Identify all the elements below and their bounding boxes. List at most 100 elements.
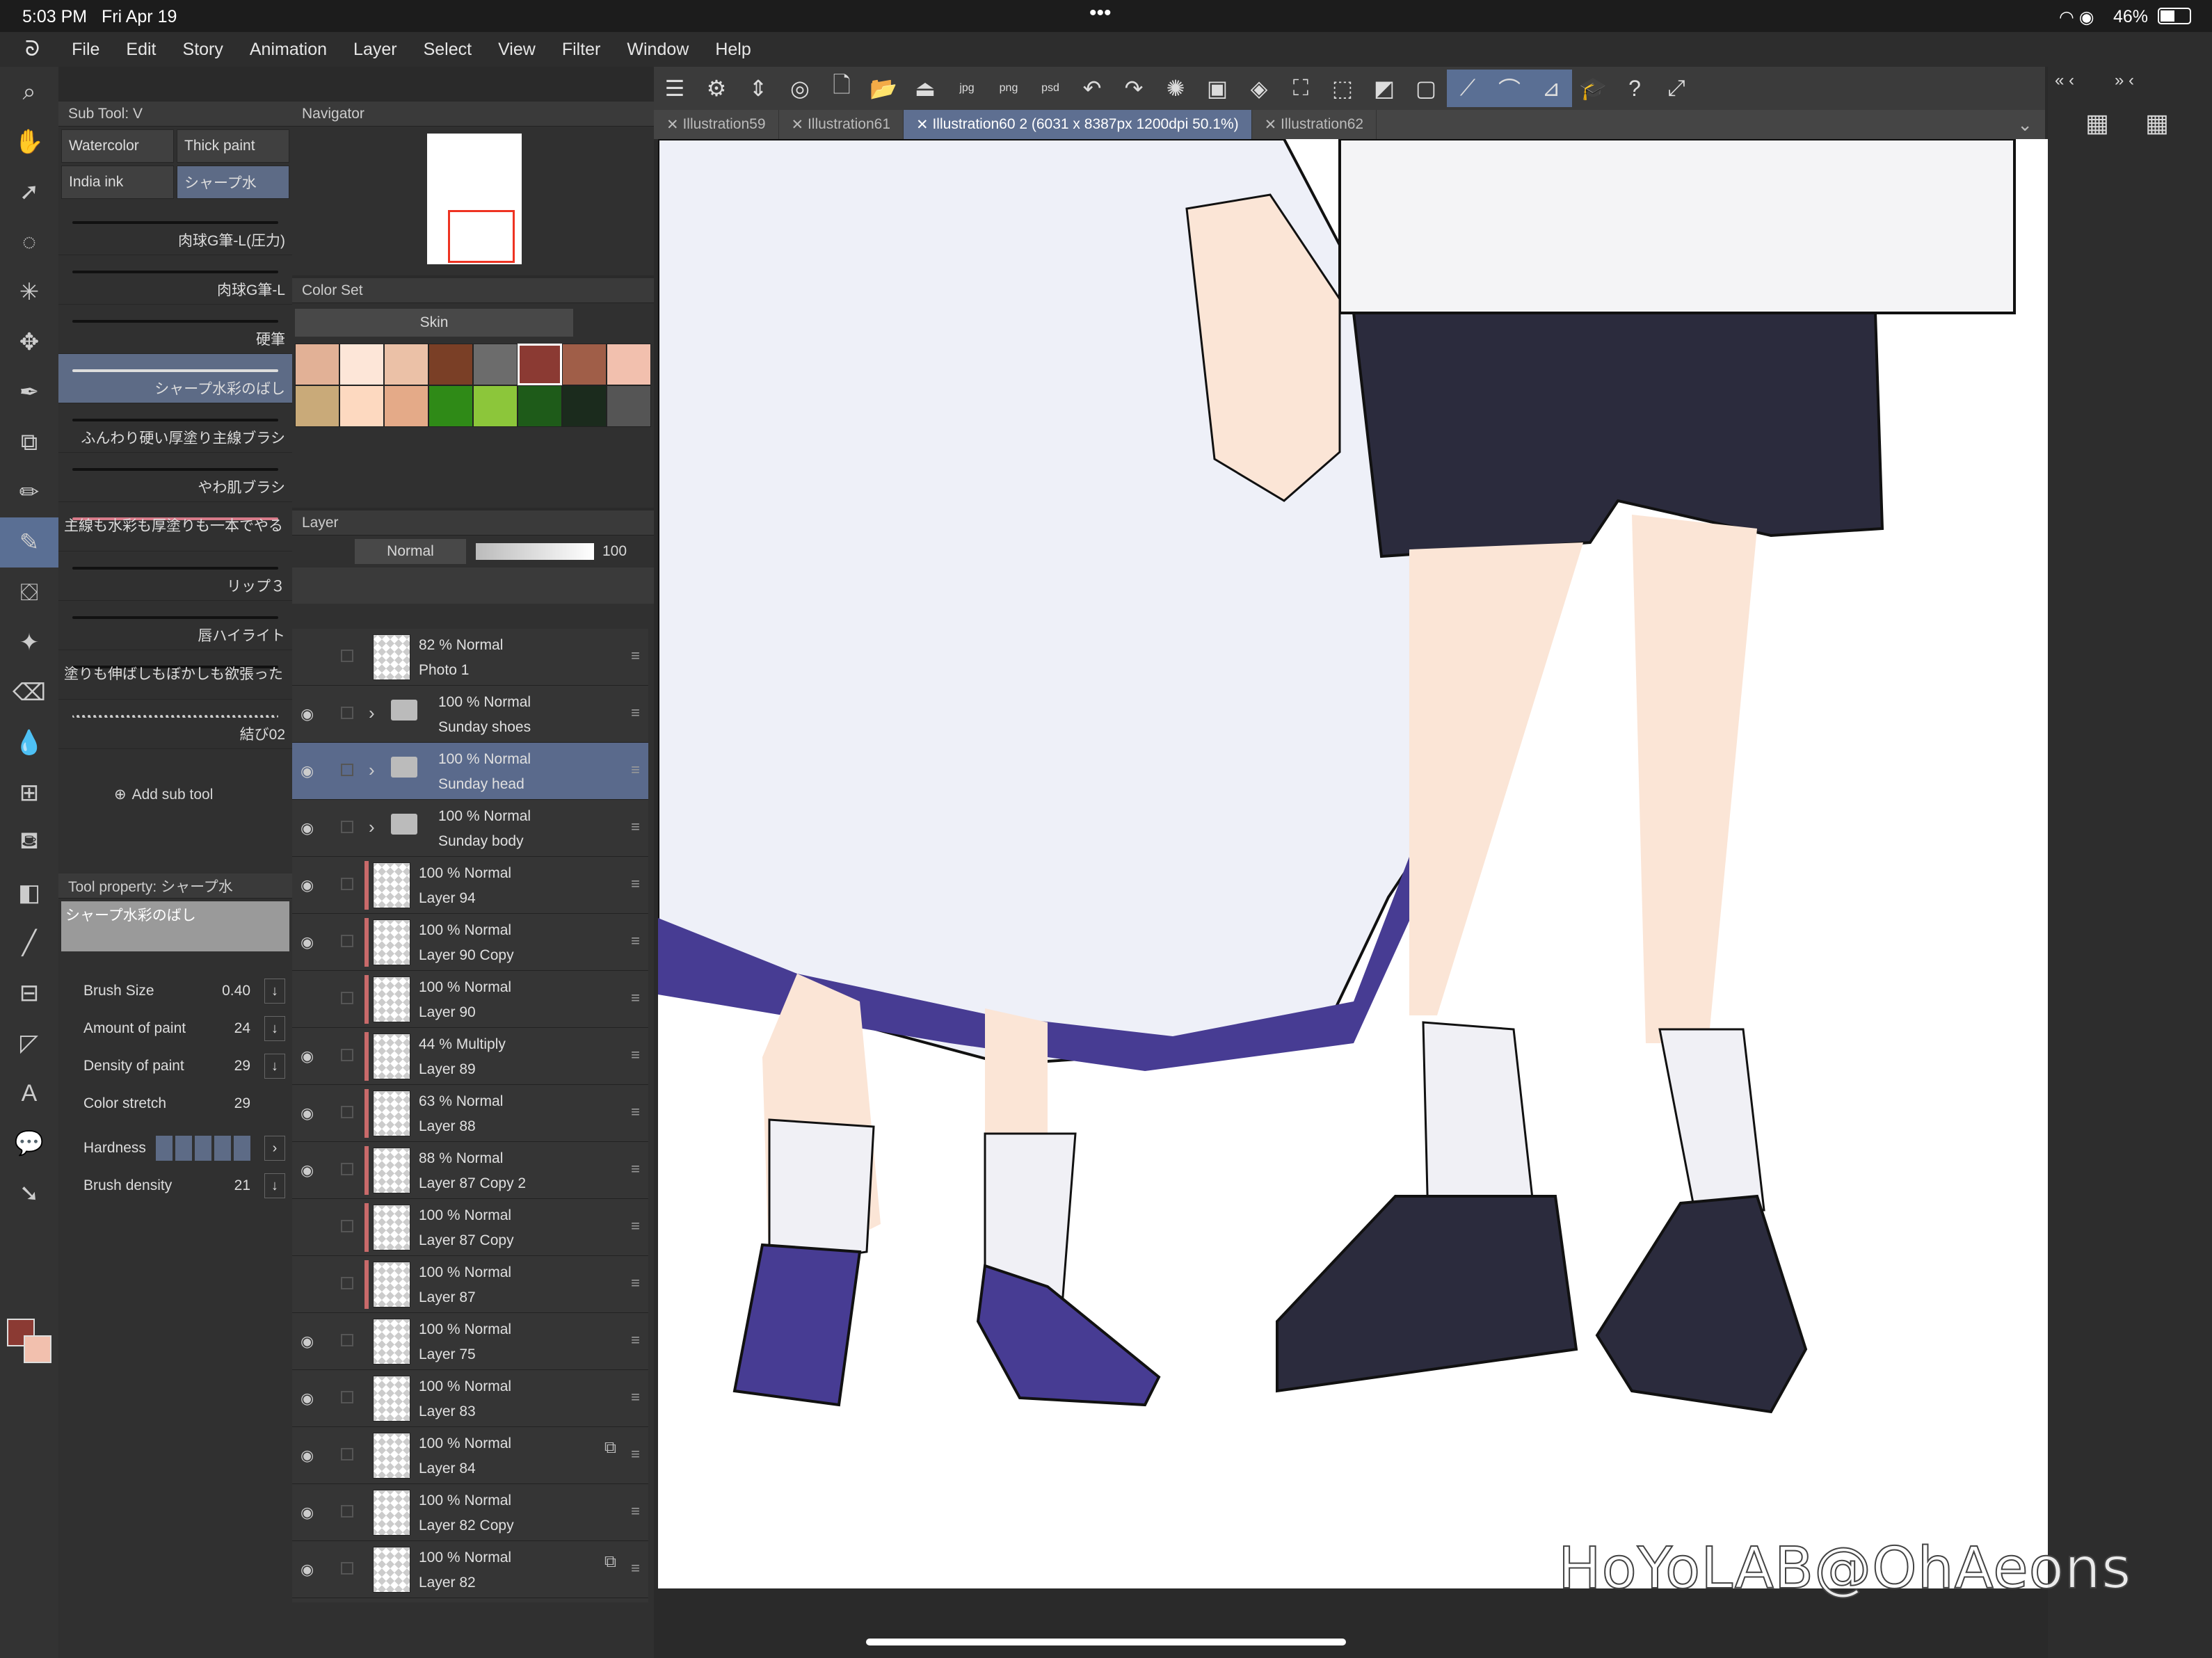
brush-item[interactable]: 主線も水彩も厚塗りも一本でやる bbox=[58, 502, 292, 552]
layer-lock-checkbox[interactable] bbox=[341, 1334, 353, 1346]
updown-icon[interactable]: ⇕ bbox=[737, 70, 779, 107]
clear-icon[interactable]: ▣ bbox=[1196, 70, 1238, 107]
color-swatch[interactable] bbox=[339, 385, 384, 427]
app-logo-icon[interactable]: ᘐ bbox=[25, 38, 40, 61]
calendar-icon[interactable]: ▦ bbox=[2145, 108, 2169, 138]
pencil-icon[interactable]: ✏ bbox=[0, 467, 58, 517]
color-swatch[interactable] bbox=[295, 344, 339, 385]
ruler-icon[interactable]: ◸ bbox=[0, 1018, 58, 1068]
layer-menu-icon[interactable]: ≡ bbox=[631, 1046, 640, 1064]
menu-help[interactable]: Help bbox=[715, 40, 751, 60]
eye-icon[interactable]: ◉ bbox=[300, 1333, 319, 1351]
invert-selection-icon[interactable]: ◩ bbox=[1363, 70, 1405, 107]
sync-icon[interactable]: ◎ bbox=[779, 70, 821, 107]
bucket-icon[interactable]: ⛾ bbox=[0, 818, 58, 868]
png-icon[interactable]: png bbox=[988, 70, 1029, 107]
eye-icon[interactable]: ◉ bbox=[300, 1047, 319, 1065]
move-icon[interactable]: ✥ bbox=[0, 317, 58, 367]
eyedropper-icon[interactable]: ✒ bbox=[0, 367, 58, 417]
layer-menu-icon[interactable]: ≡ bbox=[631, 875, 640, 893]
property-color-stretch[interactable]: Color stretch 29 bbox=[58, 1085, 292, 1122]
color-swatch[interactable] bbox=[562, 344, 607, 385]
blend-icon[interactable]: 💧 bbox=[0, 718, 58, 768]
property-hardness[interactable]: Hardness › bbox=[58, 1129, 292, 1167]
color-swatch[interactable] bbox=[473, 344, 518, 385]
layer-row[interactable]: 100 % Normal Layer 90 ≡ bbox=[292, 971, 648, 1028]
layer-lock-checkbox[interactable] bbox=[341, 764, 353, 776]
loading-icon[interactable]: ✺ bbox=[1155, 70, 1196, 107]
layer-lock-checkbox[interactable] bbox=[341, 1049, 353, 1061]
layer-row[interactable]: ◉ 63 % Normal Layer 88 ≡ bbox=[292, 1085, 648, 1142]
drawing-canvas[interactable] bbox=[658, 139, 2048, 1588]
layer-menu-icon[interactable]: ≡ bbox=[631, 647, 640, 665]
layer-folder-row[interactable]: ◉ › 100 % Normal Sunday head ≡ bbox=[292, 743, 648, 800]
collapse-icon[interactable]: » ‹ bbox=[2115, 71, 2134, 90]
tab-illustration59[interactable]: ✕ Illustration59 bbox=[654, 110, 779, 139]
layer-row[interactable]: ◉100 % NormalLayer 70⧉≡ bbox=[292, 1598, 648, 1602]
color-swatch[interactable] bbox=[473, 385, 518, 427]
menu-story[interactable]: Story bbox=[183, 40, 223, 60]
layer-menu-icon[interactable]: ≡ bbox=[631, 761, 640, 779]
property-brush-density[interactable]: Brush density 21 ↓ bbox=[58, 1167, 292, 1205]
brush-item[interactable]: 塗りも伸ばしもぼかしも欲張った bbox=[58, 650, 292, 700]
zoom-icon[interactable]: ⌕ bbox=[0, 67, 58, 117]
eye-icon[interactable]: ◉ bbox=[300, 762, 319, 780]
eye-icon[interactable]: ◉ bbox=[300, 1561, 319, 1579]
color-swatch[interactable] bbox=[339, 344, 384, 385]
layer-menu-icon[interactable]: ≡ bbox=[631, 989, 640, 1007]
color-swatch[interactable] bbox=[562, 385, 607, 427]
color-swatch[interactable] bbox=[428, 385, 473, 427]
layer-menu-icon[interactable]: ≡ bbox=[631, 1559, 640, 1577]
layer-row[interactable]: ◉ 44 % Multiply Layer 89 ≡ bbox=[292, 1028, 648, 1085]
more-dots-icon[interactable]: ••• bbox=[1089, 1, 1112, 25]
menu-window[interactable]: Window bbox=[627, 40, 689, 60]
open-folder-icon[interactable]: 📂 bbox=[863, 70, 904, 107]
pen-icon[interactable]: ✎ bbox=[0, 517, 58, 568]
layer-row[interactable]: ◉ 100 % Normal Layer 82 ⧉ ≡ bbox=[292, 1541, 648, 1598]
balloon-icon[interactable]: 💬 bbox=[0, 1118, 58, 1168]
layer-row[interactable]: ◉ 100 % Normal Layer 83 ≡ bbox=[292, 1370, 648, 1427]
eye-icon[interactable]: ◉ bbox=[300, 1447, 319, 1465]
eye-icon[interactable] bbox=[300, 990, 319, 1008]
layer-folder-row[interactable]: ◉ › 100 % Normal Sunday shoes ≡ bbox=[292, 686, 648, 743]
deselect-icon[interactable]: ⬚ bbox=[1322, 70, 1363, 107]
chevron-right-icon[interactable]: › bbox=[369, 816, 375, 838]
fullscreen-icon[interactable]: ⤢ bbox=[1656, 70, 1697, 107]
layer-row[interactable]: 100 % Normal Layer 87 ≡ bbox=[292, 1256, 648, 1313]
operation-icon[interactable]: ➚ bbox=[0, 167, 58, 217]
property-density-of-paint[interactable]: Density of paint 29 ↓ bbox=[58, 1047, 292, 1085]
layer-menu-icon[interactable]: ≡ bbox=[631, 1331, 640, 1349]
layer-lock-checkbox[interactable] bbox=[341, 1163, 353, 1175]
layer-menu-icon[interactable]: ≡ bbox=[631, 1502, 640, 1520]
layer-menu-icon[interactable]: ≡ bbox=[631, 1217, 640, 1235]
layer-lock-checkbox[interactable] bbox=[341, 878, 353, 890]
home-indicator[interactable] bbox=[866, 1639, 1346, 1645]
brush-item[interactable]: リップ３ bbox=[58, 552, 292, 601]
layer-row[interactable]: 82 % Normal Photo 1 ≡ bbox=[292, 629, 648, 686]
menu-filter[interactable]: Filter bbox=[562, 40, 601, 60]
fill-icon[interactable]: ◈ bbox=[1238, 70, 1280, 107]
correct-line-icon[interactable]: ➘ bbox=[0, 1168, 58, 1218]
eye-icon[interactable]: ◉ bbox=[300, 1390, 319, 1408]
layer-lock-checkbox[interactable] bbox=[341, 1106, 353, 1118]
selection-border-icon[interactable]: ▢ bbox=[1405, 70, 1447, 107]
layer-row[interactable]: ◉ 88 % Normal Layer 87 Copy 2 ≡ bbox=[292, 1142, 648, 1199]
chevron-right-icon[interactable]: › bbox=[369, 759, 375, 781]
layer-menu-icon[interactable]: ≡ bbox=[631, 932, 640, 950]
eye-icon[interactable] bbox=[300, 648, 319, 666]
settings-icon[interactable]: ⚙ bbox=[696, 70, 737, 107]
snap-grid-icon[interactable]: ⊿ bbox=[1530, 70, 1572, 107]
menu-animation[interactable]: Animation bbox=[250, 40, 327, 60]
lasso-icon[interactable]: ◌ bbox=[0, 217, 58, 267]
layer-lock-checkbox[interactable] bbox=[341, 650, 353, 662]
tab-illustration61[interactable]: ✕ Illustration61 bbox=[779, 110, 904, 139]
brush-item[interactable]: 硬筆 bbox=[58, 305, 292, 354]
layer-row[interactable]: 100 % Normal Layer 87 Copy ≡ bbox=[292, 1199, 648, 1256]
download-icon[interactable]: ↓ bbox=[264, 979, 285, 1004]
layer-lock-checkbox[interactable] bbox=[341, 1448, 353, 1460]
menu-file[interactable]: File bbox=[72, 40, 99, 60]
layer-lock-checkbox[interactable] bbox=[341, 1505, 353, 1518]
export-icon[interactable]: ⏏ bbox=[904, 70, 946, 107]
line-icon[interactable]: ╱ bbox=[0, 918, 58, 968]
brush-item[interactable]: 肉球G筆-L bbox=[58, 255, 292, 305]
